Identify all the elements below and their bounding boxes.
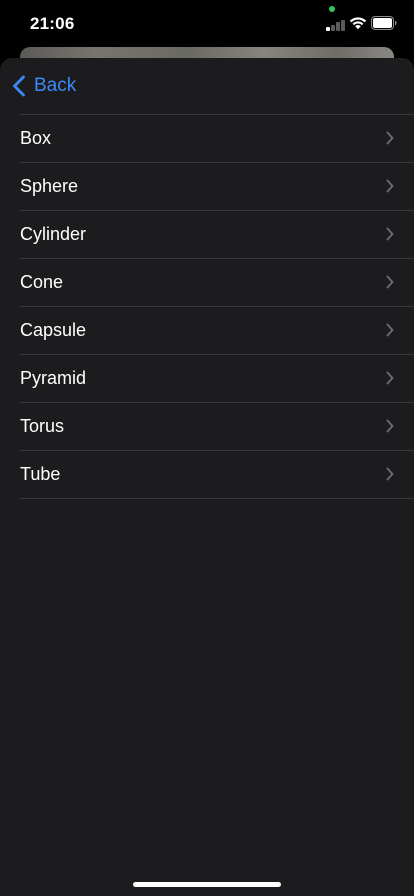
list-item-cylinder[interactable]: Cylinder bbox=[20, 210, 414, 258]
list-item-label: Tube bbox=[20, 464, 61, 484]
chevron-right-icon bbox=[386, 227, 394, 241]
list-item-pyramid[interactable]: Pyramid bbox=[20, 354, 414, 402]
list-item-label: Cylinder bbox=[20, 224, 87, 244]
chevron-right-icon bbox=[386, 323, 394, 337]
list-item-torus[interactable]: Torus bbox=[20, 402, 414, 450]
chevron-right-icon bbox=[386, 179, 394, 193]
privacy-indicator-dot bbox=[329, 6, 335, 12]
cellular-signal-icon bbox=[326, 17, 346, 31]
status-bar: 21:06 bbox=[0, 0, 414, 48]
chevron-right-icon bbox=[386, 467, 394, 481]
list-item-sphere[interactable]: Sphere bbox=[20, 162, 414, 210]
list-item-label: Box bbox=[20, 128, 52, 148]
shape-picker-sheet: Back Box Sphere Cylinder Cone Capsule Py… bbox=[0, 58, 414, 896]
list-item-cone[interactable]: Cone bbox=[20, 258, 414, 306]
back-label: Back bbox=[34, 75, 77, 96]
screen: 21:06 Back Box Sphere Cylinder Cone Caps… bbox=[0, 0, 414, 896]
wifi-icon bbox=[349, 17, 367, 30]
back-button[interactable]: Back bbox=[12, 72, 76, 100]
list-item-tube[interactable]: Tube bbox=[20, 450, 414, 499]
chevron-left-icon bbox=[13, 75, 25, 97]
status-time: 21:06 bbox=[30, 14, 75, 33]
list-item-label: Cone bbox=[20, 272, 64, 292]
list-item-capsule[interactable]: Capsule bbox=[20, 306, 414, 354]
list-item-label: Sphere bbox=[20, 176, 79, 196]
list-item-label: Capsule bbox=[20, 320, 87, 340]
chevron-right-icon bbox=[386, 275, 394, 289]
battery-icon bbox=[371, 16, 397, 30]
shape-list: Box Sphere Cylinder Cone Capsule Pyramid bbox=[20, 114, 414, 499]
list-item-box[interactable]: Box bbox=[20, 114, 414, 162]
list-item-label: Torus bbox=[20, 416, 65, 436]
chevron-right-icon bbox=[386, 371, 394, 385]
chevron-right-icon bbox=[386, 131, 394, 145]
list-item-label: Pyramid bbox=[20, 368, 87, 388]
chevron-right-icon bbox=[386, 419, 394, 433]
home-indicator[interactable] bbox=[133, 882, 281, 887]
